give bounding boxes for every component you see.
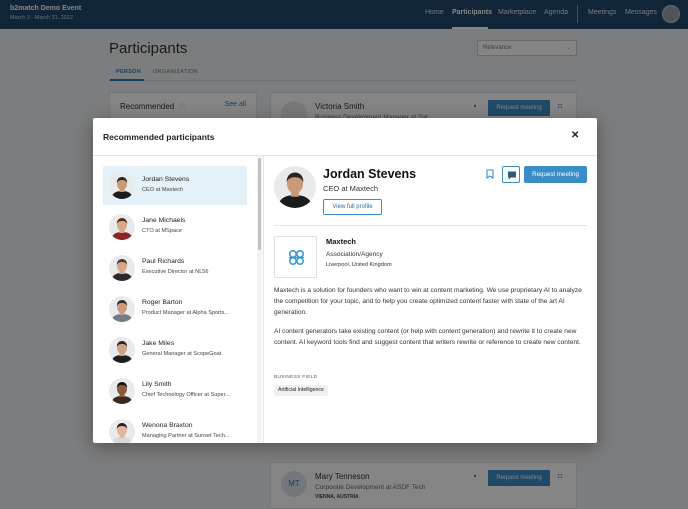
- participant-title: CEO at Maxtech: [323, 184, 379, 193]
- chat-icon: [508, 171, 516, 180]
- avatar: [109, 296, 135, 322]
- avatar: [109, 173, 135, 199]
- business-field-tag: Artificial Intelligence: [274, 385, 328, 396]
- participant-list[interactable]: Jordan Stevens CEO at Maxtech Jane Michael…: [93, 156, 258, 443]
- participant-name: Lily Smith: [142, 381, 172, 388]
- avatar: [274, 166, 316, 208]
- avatar: [109, 378, 135, 404]
- request-meeting-button[interactable]: Request meeting: [524, 166, 587, 183]
- participant-detail: Jordan Stevens CEO at Maxtech View full …: [264, 156, 597, 443]
- list-item[interactable]: Jordan Stevens CEO at Maxtech: [103, 166, 247, 205]
- participant-title: Chief Technology Officer at Super...: [142, 392, 230, 398]
- participant-name: Paul Richards: [142, 258, 185, 265]
- list-item[interactable]: Lily Smith Chief Technology Officer at Su…: [103, 371, 247, 410]
- avatar: [109, 337, 135, 363]
- participant-name: Roger Barton: [142, 299, 183, 306]
- maxtech-logo-icon: [289, 250, 304, 265]
- detail-divider: [274, 225, 587, 226]
- participant-title: Executive Director at NL56: [142, 269, 209, 275]
- company-description: Maxtech is a solution for founders who w…: [274, 285, 590, 356]
- participant-title: CTO at MSpace: [142, 228, 183, 234]
- participant-title: Managing Partner at Sunset Tech...: [142, 433, 230, 439]
- description-paragraph: AI content generators take existing cont…: [274, 328, 581, 346]
- participant-title: General Manager at ScopeGoat: [142, 351, 222, 357]
- participant-title: CEO at Maxtech: [142, 187, 184, 193]
- participant-name: Jordan Stevens: [323, 167, 417, 181]
- participant-name: Jordan Stevens: [142, 176, 190, 183]
- participant-title: Product Manager at Alpha Sports...: [142, 310, 230, 316]
- message-button[interactable]: [502, 166, 520, 183]
- avatar: [109, 419, 135, 443]
- list-item[interactable]: Jane Michaels CTO at MSpace: [103, 207, 247, 246]
- bookmark-icon[interactable]: [484, 169, 496, 181]
- list-item[interactable]: Wenona Braxton Managing Partner at Sunset…: [103, 412, 247, 443]
- modal-title: Recommended participants: [103, 132, 215, 142]
- view-full-profile-button[interactable]: View full profile: [323, 199, 382, 215]
- company-name[interactable]: Maxtech: [326, 237, 356, 246]
- scrollbar-thumb[interactable]: [258, 158, 261, 250]
- recommended-participants-modal: Recommended participants ✕ Jordan Steven…: [93, 118, 597, 443]
- close-icon[interactable]: ✕: [571, 130, 579, 141]
- description-paragraph: Maxtech is a solution for founders who w…: [274, 287, 582, 316]
- company-location: Liverpool, United Kingdom: [326, 262, 392, 268]
- list-item[interactable]: Roger Barton Product Manager at Alpha Spo…: [103, 289, 247, 328]
- participant-name: Jake Miles: [142, 340, 175, 347]
- participant-name: Jane Michaels: [142, 217, 186, 224]
- avatar: [109, 255, 135, 281]
- avatar: [109, 214, 135, 240]
- list-item[interactable]: Jake Miles General Manager at ScopeGoat: [103, 330, 247, 369]
- company-logo[interactable]: [274, 236, 317, 278]
- business-field-label: BUSINESS FIELD: [274, 375, 318, 380]
- list-item[interactable]: Paul Richards Executive Director at NL56: [103, 248, 247, 287]
- company-type: Association/Agency: [326, 251, 383, 258]
- participant-name: Wenona Braxton: [142, 422, 193, 429]
- modal-header: Recommended participants ✕: [93, 118, 597, 156]
